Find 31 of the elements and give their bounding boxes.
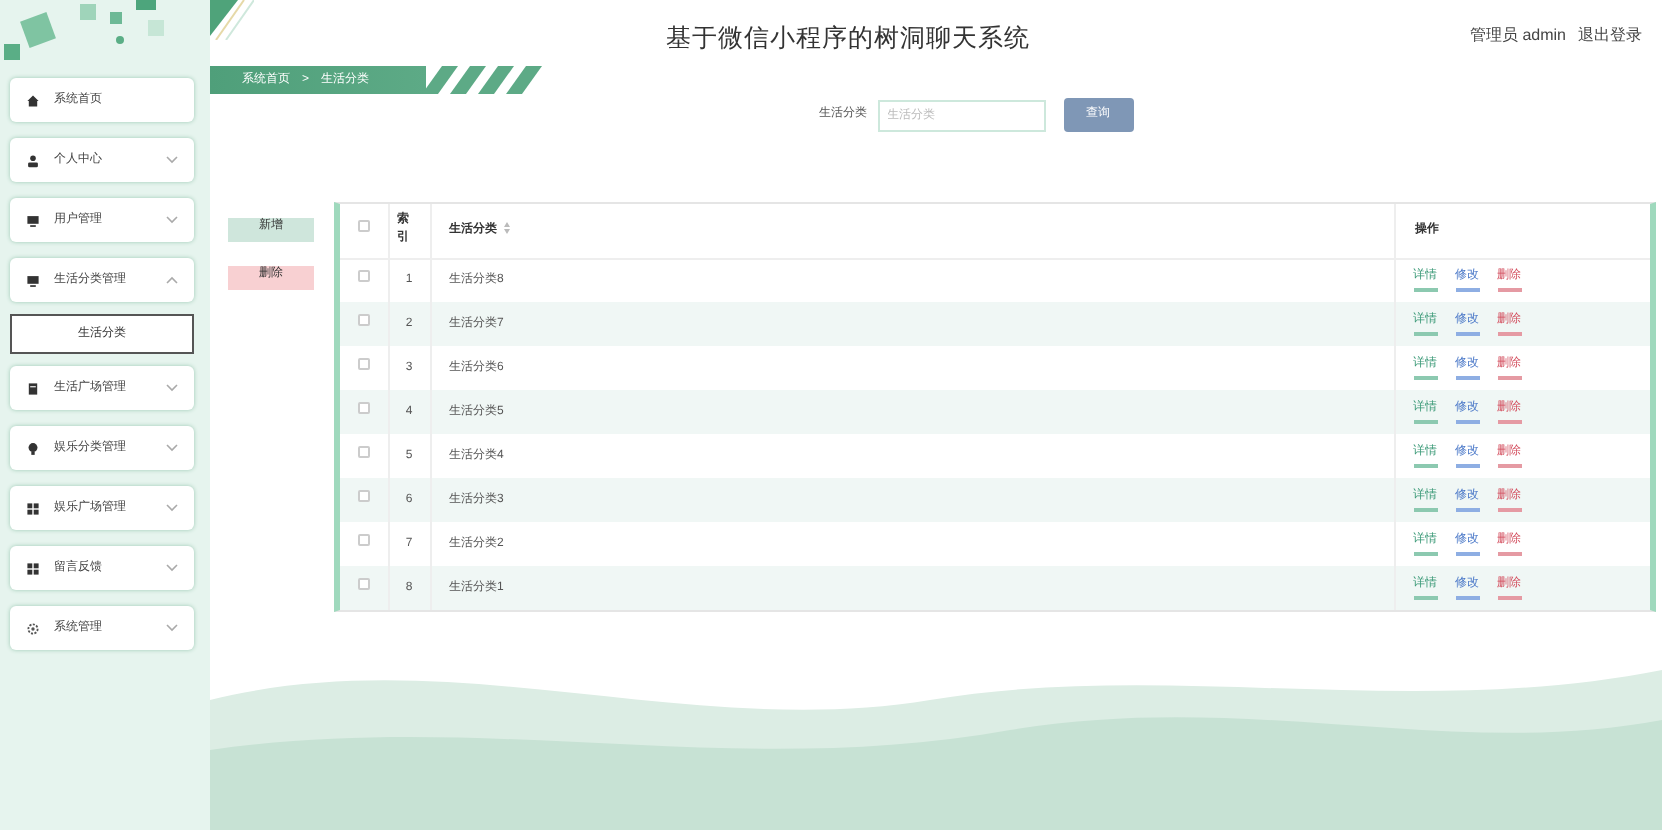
grid-icon	[26, 561, 40, 575]
row-checkbox[interactable]	[357, 358, 370, 370]
bulb-icon	[26, 441, 40, 455]
caret-icon	[166, 276, 178, 284]
user-label: 管理员 admin	[1469, 23, 1566, 47]
row-checkbox[interactable]	[357, 314, 370, 326]
row-checkbox[interactable]	[357, 578, 370, 590]
caret-icon	[166, 624, 178, 632]
monitor-icon	[26, 213, 40, 227]
caret-icon	[166, 444, 178, 452]
caret-icon	[166, 216, 178, 224]
row-checkbox[interactable]	[357, 270, 370, 283]
logout-link[interactable]: 退出登录	[1578, 23, 1642, 47]
row-checkbox[interactable]	[357, 446, 370, 458]
row-checkbox[interactable]	[357, 534, 370, 546]
settings-icon	[26, 621, 40, 635]
caret-icon	[166, 504, 178, 512]
caret-icon	[166, 156, 178, 164]
grid-icon	[26, 501, 40, 515]
home-icon	[26, 93, 40, 107]
sort-icon[interactable]	[503, 222, 509, 235]
caret-icon	[166, 564, 178, 572]
app-title: 基于微信小程序的树洞聊天系统	[666, 22, 1030, 56]
corner-stripes-icon	[210, 0, 254, 40]
row-checkbox[interactable]	[357, 490, 370, 502]
select-all-checkbox[interactable]	[357, 220, 370, 233]
monitor-icon	[26, 273, 40, 287]
caret-icon	[166, 384, 178, 392]
person-icon	[26, 153, 40, 167]
row-checkbox[interactable]	[357, 402, 370, 414]
document-icon	[26, 381, 40, 395]
